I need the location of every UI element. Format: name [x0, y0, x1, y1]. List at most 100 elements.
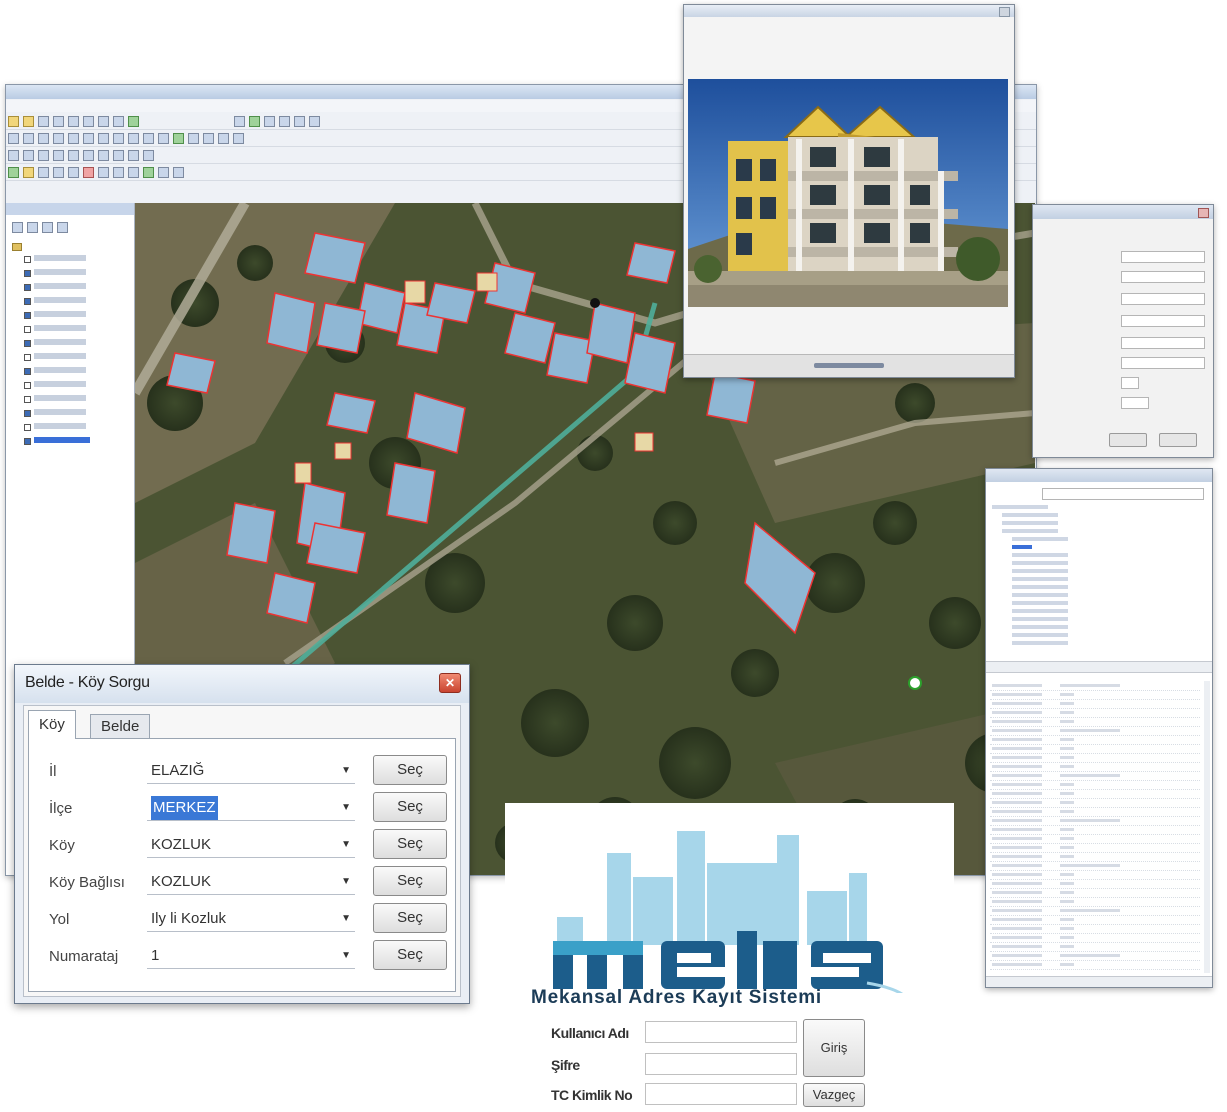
network-icon[interactable]	[143, 167, 154, 178]
draw-line-icon[interactable]	[23, 167, 34, 178]
zoom-in-icon[interactable]	[8, 133, 19, 144]
topology-icon[interactable]	[113, 167, 124, 178]
draw-polygon-icon[interactable]	[38, 167, 49, 178]
chevron-down-icon[interactable]: ▼	[341, 907, 351, 931]
tab-belde[interactable]: Belde	[90, 714, 151, 739]
layer-visibility-checkbox[interactable]	[24, 283, 31, 291]
layer-visibility-checkbox[interactable]	[24, 395, 31, 403]
sketch-properties-icon[interactable]	[128, 150, 139, 161]
tree-node[interactable]	[1002, 521, 1058, 525]
query-close-button[interactable]	[1198, 208, 1209, 218]
layer-visibility-checkbox[interactable]	[24, 311, 31, 319]
toc-layer-item[interactable]	[24, 423, 86, 431]
layer-visibility-checkbox[interactable]	[24, 381, 31, 389]
copy-icon[interactable]	[83, 116, 94, 127]
layer-visibility-checkbox[interactable]	[24, 437, 31, 445]
toc-layer-item[interactable]	[24, 297, 86, 305]
photo-zoom-slider[interactable]	[814, 363, 884, 368]
toc-layer-item[interactable]	[24, 367, 86, 375]
toc-layer-item[interactable]	[24, 437, 90, 445]
layers-root[interactable]	[12, 243, 25, 253]
flip-icon[interactable]	[173, 167, 184, 178]
query-ok-button[interactable]	[1109, 433, 1147, 447]
query-dropdown[interactable]	[1121, 357, 1205, 369]
cut-polygon-icon[interactable]	[68, 150, 79, 161]
toc-layer-item[interactable]	[24, 353, 86, 361]
layer-visibility-checkbox[interactable]	[24, 297, 31, 305]
new-icon[interactable]	[8, 116, 19, 127]
save-icon[interactable]	[38, 116, 49, 127]
tree-node[interactable]	[1002, 529, 1058, 533]
forward-icon[interactable]	[98, 133, 109, 144]
chevron-down-icon[interactable]: ▼	[341, 833, 351, 857]
edit-tool-icon[interactable]	[23, 150, 34, 161]
toc-layer-item[interactable]	[24, 269, 86, 277]
toc-layer-item[interactable]	[24, 409, 86, 417]
identify-icon[interactable]	[128, 133, 139, 144]
field-combobox[interactable]: ELAZIĞ ▼	[147, 759, 355, 784]
editor-menu-icon[interactable]	[8, 150, 19, 161]
query-field[interactable]	[1121, 337, 1205, 349]
zoom-out-icon[interactable]	[23, 133, 34, 144]
login-button[interactable]: Giriş	[803, 1019, 865, 1077]
toc-layer-item[interactable]	[24, 255, 86, 263]
tree-node[interactable]	[1012, 569, 1068, 573]
field-combobox[interactable]: MERKEZ ▼	[147, 796, 355, 821]
split-icon[interactable]	[83, 150, 94, 161]
draw-point-icon[interactable]	[8, 167, 19, 178]
chevron-down-icon[interactable]: ▼	[341, 796, 351, 820]
chevron-down-icon[interactable]: ▼	[341, 870, 351, 894]
create-features-icon[interactable]	[143, 150, 154, 161]
tree-node[interactable]	[1012, 553, 1068, 557]
tree-node[interactable]	[1012, 617, 1068, 621]
chevron-down-icon[interactable]: ▼	[341, 759, 351, 783]
field-combobox[interactable]: KOZLUK ▼	[147, 833, 355, 858]
draw-circle-icon[interactable]	[68, 167, 79, 178]
tree-node[interactable]	[1012, 593, 1068, 597]
print-icon[interactable]	[53, 116, 64, 127]
toc-layer-item[interactable]	[24, 283, 86, 291]
attribute-row[interactable]	[990, 960, 1200, 970]
toc-layer-item[interactable]	[24, 381, 86, 389]
catalog-icon[interactable]	[264, 116, 276, 127]
chevron-down-icon[interactable]: ▼	[341, 944, 351, 968]
toc-layer-item[interactable]	[24, 325, 86, 333]
draw-text-icon[interactable]	[83, 167, 94, 178]
attribute-grid[interactable]	[990, 681, 1208, 973]
cancel-button[interactable]: Vazgeç	[803, 1083, 865, 1107]
select-button[interactable]: Seç	[373, 866, 447, 896]
tree-node[interactable]	[1002, 513, 1058, 517]
query-field[interactable]	[1121, 271, 1205, 283]
viewer-icon[interactable]	[233, 133, 244, 144]
field-combobox[interactable]: 1 ▼	[147, 944, 355, 969]
select-button[interactable]: Seç	[373, 829, 447, 859]
close-icon[interactable]: ✕	[439, 673, 461, 693]
password-input[interactable]	[645, 1053, 797, 1075]
query-field[interactable]	[1121, 251, 1205, 263]
feature-tree[interactable]	[992, 505, 1204, 655]
open-icon[interactable]	[23, 116, 34, 127]
xy-icon[interactable]	[218, 133, 229, 144]
tree-node[interactable]	[1012, 585, 1068, 589]
tree-node[interactable]	[1012, 609, 1068, 613]
username-input[interactable]	[645, 1021, 797, 1043]
html-popup-icon[interactable]	[188, 133, 199, 144]
reshape-icon[interactable]	[53, 150, 64, 161]
layer-visibility-checkbox[interactable]	[24, 339, 31, 347]
toc-layer-item[interactable]	[24, 311, 86, 319]
python-icon[interactable]	[309, 116, 321, 127]
toc-toolbar[interactable]	[10, 219, 70, 233]
layer-visibility-checkbox[interactable]	[24, 325, 31, 333]
layer-visibility-checkbox[interactable]	[24, 409, 31, 417]
undo-icon[interactable]	[113, 116, 124, 127]
search-icon[interactable]	[279, 116, 291, 127]
query-spinner[interactable]	[1121, 377, 1139, 389]
field-combobox[interactable]: KOZLUK ▼	[147, 870, 355, 895]
tree-node[interactable]	[1012, 633, 1068, 637]
toc-layer-item[interactable]	[24, 339, 86, 347]
layout-icon[interactable]	[234, 116, 246, 127]
attribute-grid-scrollbar[interactable]	[1204, 681, 1210, 973]
tc-no-input[interactable]	[645, 1083, 797, 1105]
draw-rect-icon[interactable]	[53, 167, 64, 178]
attributes-icon[interactable]	[113, 150, 124, 161]
